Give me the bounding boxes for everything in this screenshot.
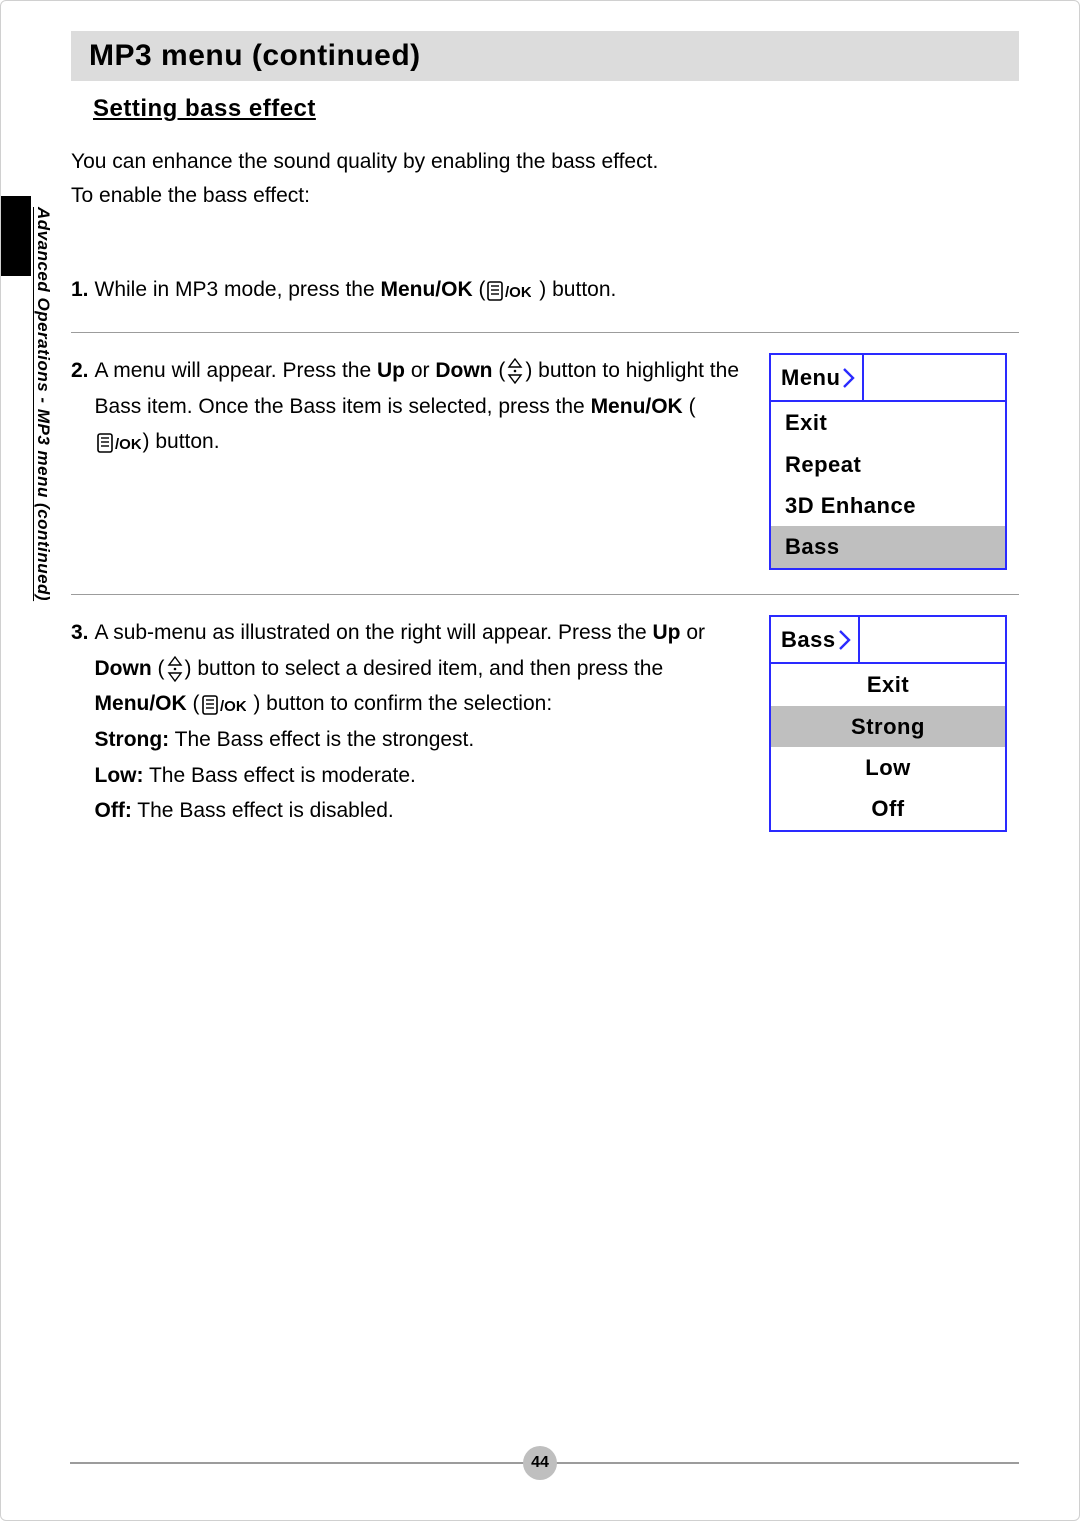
bass-tab: Bass	[771, 617, 860, 662]
chevron-right-icon	[842, 367, 856, 389]
menu-ok-icon: /OK	[97, 433, 141, 453]
step-2-down-label: Down	[435, 359, 492, 382]
menu-tab: Menu	[771, 355, 864, 400]
menu-item-exit: Exit	[771, 402, 1005, 443]
step-3: 3. A sub-menu as illustrated on the righ…	[71, 594, 1019, 856]
option-strong-label: Strong:	[95, 728, 170, 751]
option-off-label: Off:	[95, 799, 132, 822]
menu-ok-icon: /OK	[487, 281, 531, 301]
step-2-up-label: Up	[377, 359, 405, 382]
step-2-number: 2.	[71, 353, 89, 389]
menu-item-repeat: Repeat	[771, 444, 1005, 485]
step-2-text-post: button.	[150, 430, 220, 453]
bass-tab-label: Bass	[781, 621, 836, 658]
intro-line-2: To enable the bass effect:	[71, 184, 310, 207]
step-3-text-mid2: button to confirm the selection:	[260, 692, 552, 715]
bass-item-strong: Strong	[771, 706, 1005, 747]
svg-text:/OK: /OK	[115, 436, 141, 453]
menu-tab-label: Menu	[781, 359, 840, 396]
svg-text:/OK: /OK	[220, 698, 246, 715]
step-3-number: 3.	[71, 615, 89, 651]
bass-items: Exit Strong Low Off	[771, 664, 1005, 830]
intro-line-1: You can enhance the sound quality by ena…	[71, 150, 658, 173]
menu-item-3d-enhance: 3D Enhance	[771, 485, 1005, 526]
step-3-figure: Bass Exit Strong Low Off	[769, 615, 1019, 832]
step-1-body: While in MP3 mode, press the Menu/OK ( /…	[95, 272, 1019, 308]
page-number-badge: 44	[523, 1446, 557, 1480]
option-low-label: Low:	[95, 764, 144, 787]
step-2-figure: Menu Exit Repeat 3D Enhance Bass	[769, 353, 1019, 570]
step-3-down-label: Down	[95, 657, 152, 680]
menu-tab-row: Menu	[771, 355, 1005, 402]
step-1-number: 1.	[71, 272, 89, 308]
chevron-right-icon	[838, 629, 852, 651]
up-down-icon	[507, 358, 523, 384]
step-2-body: A menu will appear. Press the Up or Down…	[95, 353, 743, 460]
manual-page: Advanced Operations - MP3 menu (continue…	[0, 0, 1080, 1521]
bass-tab-row: Bass	[771, 617, 1005, 664]
bass-item-off: Off	[771, 788, 1005, 829]
step-3-text-pre: A sub-menu as illustrated on the right w…	[95, 621, 653, 644]
step-2-text-pre: A menu will appear. Press the	[95, 359, 378, 382]
bass-item-exit: Exit	[771, 664, 1005, 705]
option-off-desc: The Bass effect is disabled.	[132, 799, 394, 822]
bass-item-low: Low	[771, 747, 1005, 788]
intro-text: You can enhance the sound quality by ena…	[71, 145, 1019, 212]
bass-panel: Bass Exit Strong Low Off	[769, 615, 1007, 832]
up-down-icon	[167, 656, 183, 682]
step-2: 2. A menu will appear. Press the Up or D…	[71, 332, 1019, 594]
step-3-up-label: Up	[652, 621, 680, 644]
side-tab-marker	[1, 196, 31, 276]
step-3-text-mid1: button to select a desired item, and the…	[192, 657, 664, 680]
step-1-menu-ok-label: Menu/OK	[380, 278, 472, 301]
option-low-desc: The Bass effect is moderate.	[144, 764, 416, 787]
step-1: 1. While in MP3 mode, press the Menu/OK …	[71, 252, 1019, 332]
menu-items: Exit Repeat 3D Enhance Bass	[771, 402, 1005, 568]
page-title: MP3 menu (continued)	[71, 31, 1019, 81]
step-2-or: or	[405, 359, 435, 382]
step-2-menu-ok-label: Menu/OK	[591, 395, 683, 418]
option-strong-desc: The Bass effect is the strongest.	[169, 728, 474, 751]
step-3-body: A sub-menu as illustrated on the right w…	[95, 615, 743, 829]
svg-text:/OK: /OK	[505, 284, 531, 301]
menu-ok-icon: /OK	[202, 695, 246, 715]
page-content: MP3 menu (continued) Setting bass effect…	[71, 31, 1019, 856]
menu-panel: Menu Exit Repeat 3D Enhance Bass	[769, 353, 1007, 570]
side-section-label: Advanced Operations - MP3 menu (continue…	[31, 207, 53, 607]
step-3-menu-ok-label: Menu/OK	[95, 692, 187, 715]
section-heading: Setting bass effect	[93, 95, 1019, 123]
menu-item-bass: Bass	[771, 526, 1005, 567]
step-1-text-pre: While in MP3 mode, press the	[95, 278, 381, 301]
step-3-or: or	[680, 621, 705, 644]
step-1-text-post: button.	[546, 278, 616, 301]
